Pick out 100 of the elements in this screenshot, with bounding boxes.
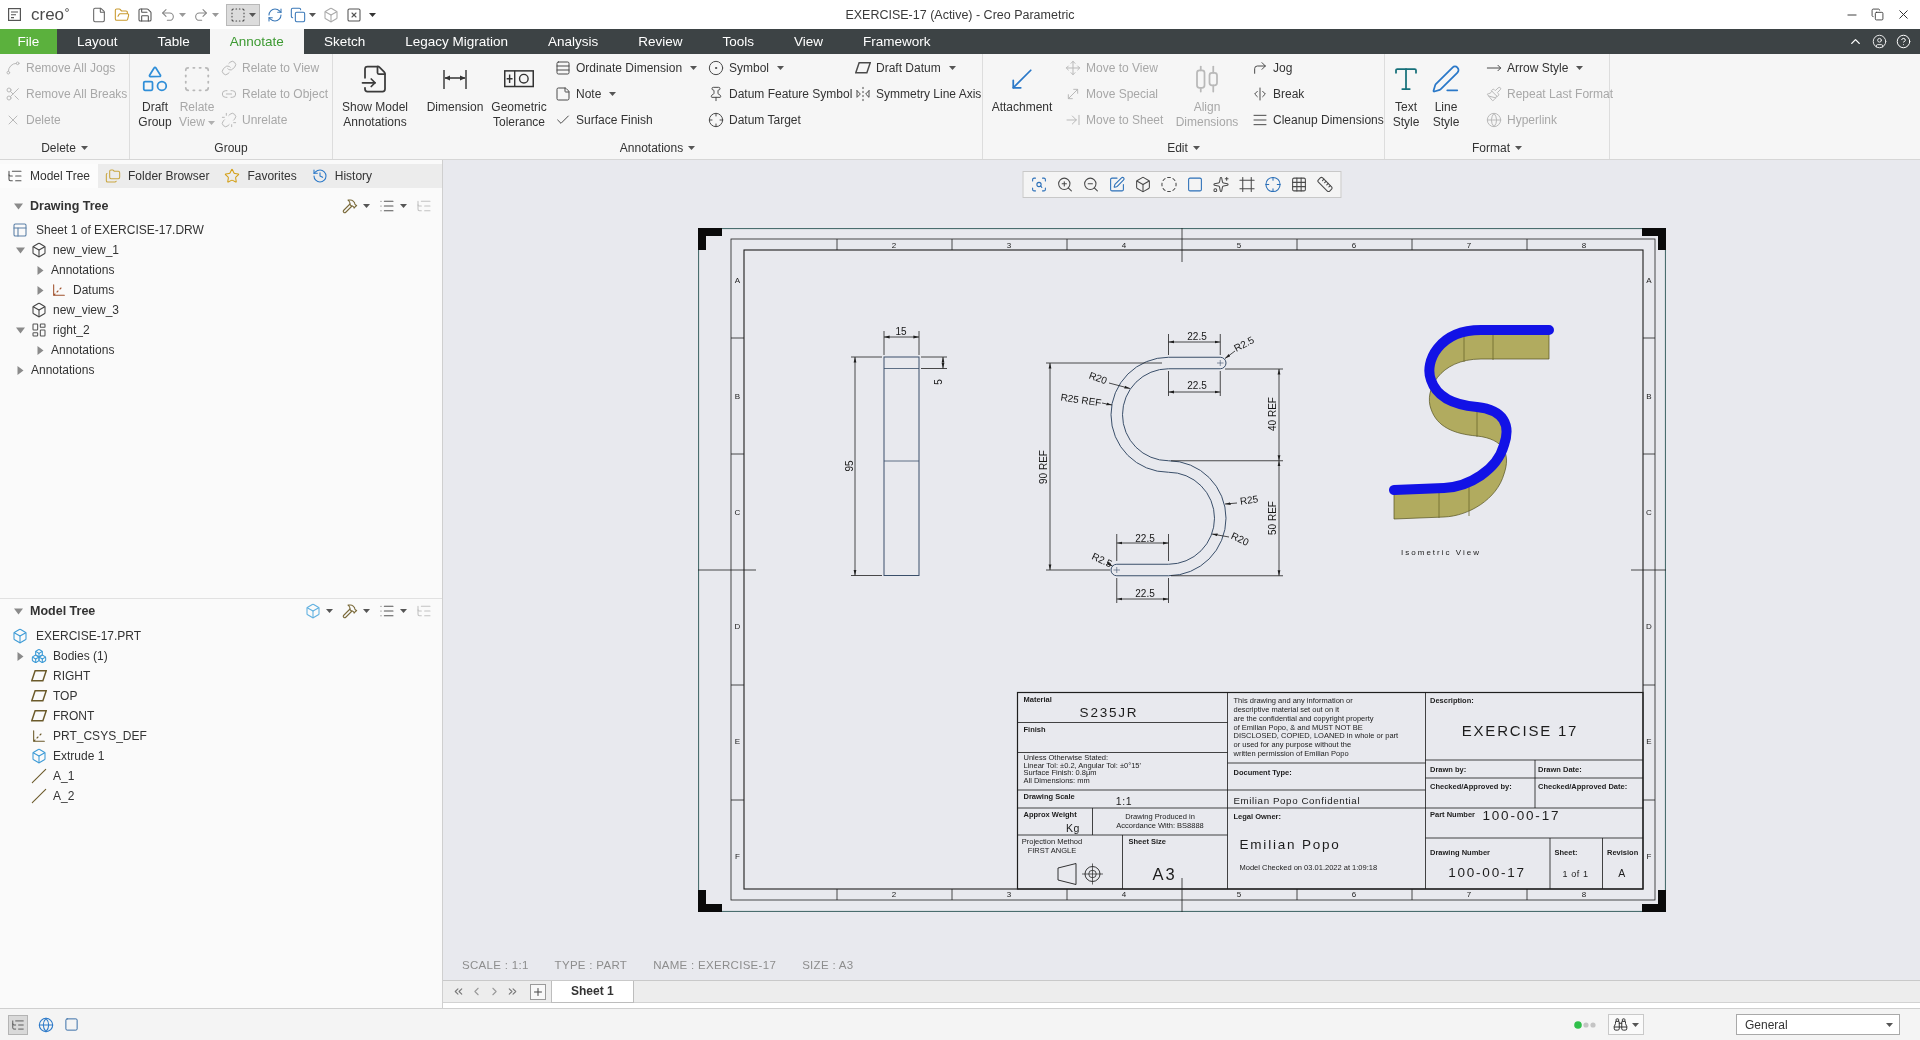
square-icon[interactable] xyxy=(1186,176,1203,193)
toggle-triangle-icon[interactable] xyxy=(35,265,45,275)
group-label[interactable]: Edit xyxy=(1167,141,1188,155)
ruler-icon[interactable] xyxy=(1316,176,1333,193)
tree-item[interactable]: Bodies (1) xyxy=(53,649,108,663)
toggle-triangle-icon[interactable] xyxy=(14,606,23,616)
ribbon-tab[interactable]: View xyxy=(774,29,844,54)
toggle-triangle-icon[interactable] xyxy=(35,345,45,355)
tree-item[interactable]: EXERCISE-17.PRT xyxy=(36,629,142,643)
zoom-frame-icon[interactable] xyxy=(1030,176,1047,193)
ribbon-button[interactable]: Attachment xyxy=(989,55,1055,115)
tree-item[interactable]: Sheet 1 of EXERCISE-17.DRW xyxy=(36,223,204,237)
ribbon-button[interactable]: Show Model Annotations xyxy=(339,55,410,130)
ribbon-button[interactable]: Note xyxy=(553,81,619,107)
ribbon-button[interactable]: Dimension xyxy=(424,55,486,115)
zoom-out-icon[interactable] xyxy=(1082,176,1099,193)
ribbon-button[interactable]: Datum Target xyxy=(706,107,803,133)
caret-icon[interactable] xyxy=(363,204,370,208)
sheet-tab[interactable]: Sheet 1 xyxy=(551,980,634,1003)
ribbon-tab[interactable]: Review xyxy=(618,29,703,54)
list-icon[interactable] xyxy=(379,198,395,214)
group-label[interactable]: Annotations xyxy=(619,141,684,155)
tree-item[interactable]: Datums xyxy=(73,283,115,297)
double-chevron-right-icon[interactable] xyxy=(506,985,519,998)
ribbon-button[interactable]: Symbol xyxy=(706,55,786,81)
sparkles-icon[interactable] xyxy=(1212,176,1229,193)
tree-item[interactable]: Extrude 1 xyxy=(53,749,105,763)
ribbon-tab[interactable]: Legacy Migration xyxy=(385,29,528,54)
tree-item[interactable]: new_view_3 xyxy=(53,303,120,317)
tree-item[interactable]: Annotations xyxy=(51,343,115,357)
list-icon[interactable] xyxy=(379,603,395,619)
ribbon-button[interactable]: Draft Datum xyxy=(853,55,958,81)
caret-icon[interactable] xyxy=(309,12,317,17)
tree-item[interactable]: new_view_1 xyxy=(53,243,120,257)
tree-item[interactable]: A_2 xyxy=(53,789,75,803)
ribbon-tab[interactable]: Framework xyxy=(843,29,951,54)
navigator-tab[interactable]: Model Tree xyxy=(0,164,99,188)
grid-icon[interactable] xyxy=(1290,176,1307,193)
open-folder-icon[interactable] xyxy=(114,6,131,23)
caret-icon[interactable] xyxy=(363,609,370,613)
double-chevron-left-icon[interactable] xyxy=(452,985,465,998)
tree-item[interactable]: RIGHT xyxy=(53,669,91,683)
overlapping-squares-icon[interactable] xyxy=(290,6,307,23)
tree-item[interactable]: A_1 xyxy=(53,769,75,783)
cube-icon[interactable] xyxy=(1134,176,1151,193)
globe-icon[interactable] xyxy=(38,1016,54,1033)
restore-icon[interactable] xyxy=(1871,8,1884,21)
caret-icon[interactable] xyxy=(400,609,407,613)
zoom-in-icon[interactable] xyxy=(1056,176,1073,193)
close-window-icon[interactable] xyxy=(346,6,363,23)
tree-item[interactable]: TOP xyxy=(53,689,78,703)
ribbon-button[interactable]: Symmetry Line Axis xyxy=(853,81,984,107)
ribbon-button[interactable]: Draft Group xyxy=(136,55,174,130)
square-icon[interactable] xyxy=(64,1017,79,1032)
ribbon-button[interactable]: Surface Finish xyxy=(553,107,655,133)
toggle-triangle-icon[interactable] xyxy=(15,245,25,255)
ribbon-button[interactable]: Geometric Tolerance xyxy=(489,55,549,130)
tree-item[interactable]: Annotations xyxy=(51,263,115,277)
help-icon[interactable] xyxy=(1896,34,1911,49)
hammer-icon[interactable] xyxy=(342,198,358,214)
ribbon-tab[interactable]: Tools xyxy=(702,29,775,54)
ribbon-button[interactable]: Break xyxy=(1250,81,1307,107)
ribbon-button[interactable]: Datum Feature Symbol xyxy=(706,81,855,107)
toggle-triangle-icon[interactable] xyxy=(15,365,25,375)
close-icon[interactable] xyxy=(1896,7,1911,22)
tree-item[interactable]: FRONT xyxy=(53,709,95,723)
toggle-triangle-icon[interactable] xyxy=(14,201,23,211)
dashed-circle-icon[interactable] xyxy=(1160,176,1177,193)
ribbon-button[interactable]: Cleanup Dimensions xyxy=(1250,107,1386,133)
filter-dropdown[interactable]: General xyxy=(1736,1014,1900,1035)
save-icon[interactable] xyxy=(137,6,154,23)
navigator-tab[interactable]: History xyxy=(304,164,381,188)
navigator-tab[interactable]: Favorites xyxy=(217,164,305,188)
tree-toggle-button[interactable] xyxy=(8,1014,28,1035)
ribbon-tab[interactable]: Sketch xyxy=(303,29,386,54)
tree-item[interactable]: Annotations xyxy=(31,363,95,377)
selection-dropdown[interactable] xyxy=(226,3,261,26)
frame-icon[interactable] xyxy=(1238,176,1255,193)
file-icon[interactable] xyxy=(91,6,108,23)
caret-icon[interactable] xyxy=(326,609,333,613)
ribbon-button[interactable]: Text Style xyxy=(1389,55,1423,130)
redo-icon[interactable] xyxy=(193,6,210,23)
ribbon-tab[interactable]: Analysis xyxy=(527,29,619,54)
navigator-tab[interactable]: Folder Browser xyxy=(98,164,218,188)
add-sheet-button[interactable] xyxy=(530,983,546,1000)
refresh-icon[interactable] xyxy=(267,6,284,23)
hammer-icon[interactable] xyxy=(342,603,358,619)
group-label[interactable]: Format xyxy=(1472,141,1510,155)
find-button[interactable] xyxy=(1608,1014,1644,1035)
toggle-triangle-icon[interactable] xyxy=(15,325,25,335)
ribbon-button[interactable]: Line Style xyxy=(1429,55,1463,130)
edit-square-icon[interactable] xyxy=(1108,176,1125,193)
group-label[interactable]: Delete xyxy=(41,141,76,155)
toggle-triangle-icon[interactable] xyxy=(15,651,25,661)
caret-icon[interactable] xyxy=(400,204,407,208)
undo-icon[interactable] xyxy=(160,6,177,23)
ribbon-button[interactable]: Arrow Style xyxy=(1484,55,1586,81)
ribbon-button[interactable]: Ordinate Dimension xyxy=(553,55,700,81)
tree-item[interactable]: PRT_CSYS_DEF xyxy=(53,729,147,743)
crosshair-icon[interactable] xyxy=(1264,176,1281,193)
